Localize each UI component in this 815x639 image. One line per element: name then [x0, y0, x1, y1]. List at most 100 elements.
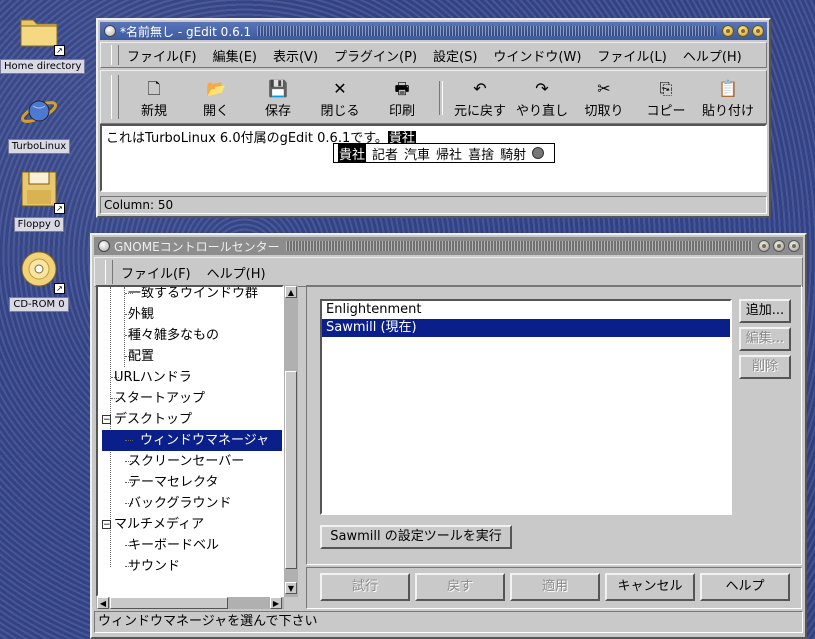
hscroll-thumb[interactable]: [110, 597, 228, 609]
tree-item-label: キーボードベル: [128, 538, 220, 553]
tree-item[interactable]: テーマセレクタ: [98, 472, 282, 493]
menu-file[interactable]: ファイル(F): [127, 46, 197, 65]
desktop-icon-cdrom[interactable]: ↗ CD-ROM 0: [0, 250, 78, 312]
ime-close-icon[interactable]: [532, 147, 545, 159]
gedit-titlebar[interactable]: *名前無し - gEdit 0.6.1: [100, 22, 767, 40]
maximize-icon[interactable]: [773, 240, 785, 252]
ime-candidate[interactable]: 貴社: [338, 143, 367, 163]
close-icon[interactable]: [752, 25, 764, 37]
add-button[interactable]: 追加...: [739, 299, 791, 323]
minimize-icon[interactable]: [722, 25, 734, 37]
tree-item[interactable]: サウンド: [98, 556, 282, 577]
scroll-down-icon[interactable]: ▼: [285, 582, 297, 594]
scroll-left-icon[interactable]: ◀: [97, 597, 109, 609]
tree-collapse-icon[interactable]: −: [102, 415, 111, 425]
undo-icon: ↶: [473, 79, 487, 98]
print-button[interactable]: 🖶 印刷: [371, 78, 433, 123]
cancel-button[interactable]: キャンセル: [605, 573, 695, 601]
tree-item[interactable]: ウィンドウマネージャ: [98, 430, 282, 451]
wm-list-item[interactable]: Sawmill (現在): [322, 319, 730, 337]
tree-item-label: バックグラウンド: [128, 496, 232, 511]
tree-item[interactable]: 種々雑多なもの: [98, 325, 282, 346]
folder-icon: ↗: [19, 12, 65, 56]
scroll-right-icon[interactable]: ▶: [270, 597, 282, 609]
menu-edit[interactable]: 編集(E): [213, 46, 257, 65]
menubar-handle[interactable]: [105, 260, 113, 284]
titlebar-grip: [257, 26, 716, 36]
tree-item[interactable]: 配置: [98, 346, 282, 367]
redo-button[interactable]: ↷ やり直し: [511, 78, 573, 123]
tree-item[interactable]: バックグラウンド: [98, 493, 282, 514]
scroll-up-icon[interactable]: ▲: [285, 286, 297, 298]
ime-candidate[interactable]: 汽車: [404, 144, 430, 163]
ime-candidate-window: 貴社 記者 汽車 帰社 喜捨 騎射: [333, 143, 555, 163]
tree-item[interactable]: スクリーンセーバー: [98, 451, 282, 472]
menu-plugins[interactable]: プラグイン(P): [334, 46, 417, 65]
tree-item-label: スタートアップ: [114, 391, 206, 406]
tree-item[interactable]: スタートアップ: [98, 388, 282, 409]
menubar-handle[interactable]: [111, 45, 119, 65]
tree-item[interactable]: キーボードベル: [98, 535, 282, 556]
paste-button[interactable]: 📋 貼り付け: [697, 78, 759, 123]
delete-button[interactable]: 削除: [739, 355, 791, 379]
ime-candidate[interactable]: 記者: [372, 144, 398, 163]
window-menu-icon[interactable]: [104, 25, 116, 37]
revert-button[interactable]: 戻す: [415, 573, 505, 601]
cdrom-disc-icon: ↗: [19, 250, 65, 294]
window-menu-icon[interactable]: [98, 240, 110, 252]
tree-item-label: ウィンドウマネージャ: [134, 430, 273, 451]
desktop-icon-floppy[interactable]: ↗ Floppy 0: [0, 170, 78, 232]
scissors-icon: ✂: [597, 79, 611, 98]
copy-icon: ⎘: [659, 79, 673, 98]
menu-files[interactable]: ファイル(L): [597, 46, 666, 65]
close-icon[interactable]: [788, 240, 800, 252]
tree-item-label: スクリーンセーバー: [128, 454, 245, 469]
menu-settings[interactable]: 設定(S): [433, 46, 477, 65]
try-button[interactable]: 試行: [320, 573, 410, 601]
tree-item[interactable]: 一致するウインドウ群: [98, 287, 282, 304]
wm-list: Enlightenment Sawmill (現在): [320, 299, 732, 515]
menu-file[interactable]: ファイル(F): [121, 263, 191, 282]
menu-help[interactable]: ヘルプ(H): [207, 263, 266, 282]
menu-view[interactable]: 表示(V): [273, 46, 318, 65]
minimize-icon[interactable]: [758, 240, 770, 252]
desktop-icon-label: TurboLinux: [7, 139, 71, 154]
save-disk-icon: 💾: [268, 79, 288, 98]
tree-branch-line: [125, 440, 133, 441]
desktop-icon-turbolinux[interactable]: TurboLinux: [0, 92, 78, 154]
tree-collapse-icon[interactable]: −: [102, 520, 111, 530]
apply-button[interactable]: 適用: [510, 573, 600, 601]
ime-candidate[interactable]: 帰社: [436, 144, 462, 163]
close-button[interactable]: ✕ 閉じる: [309, 78, 371, 123]
menu-help[interactable]: ヘルプ(H): [683, 46, 742, 65]
new-button[interactable]: 🗋 新規: [123, 78, 185, 123]
redo-icon: ↷: [535, 79, 549, 98]
ime-candidate[interactable]: 騎射: [500, 144, 526, 163]
cut-button[interactable]: ✂ 切取り: [573, 78, 635, 123]
toolbar-handle[interactable]: [111, 75, 119, 119]
tree-item[interactable]: − デスクトップ: [98, 409, 282, 430]
control-center-titlebar[interactable]: GNOMEコントロールセンター: [94, 237, 803, 255]
link-arrow-icon: ↗: [54, 203, 65, 214]
open-button[interactable]: 📂 開く: [185, 78, 247, 123]
ime-candidate[interactable]: 喜捨: [468, 144, 494, 163]
copy-button[interactable]: ⎘ コピー: [635, 78, 697, 123]
wm-list-item[interactable]: Enlightenment: [322, 301, 730, 319]
run-config-tool-button[interactable]: Sawmill の設定ツールを実行: [320, 525, 512, 549]
tree-hscrollbar[interactable]: ◀ ▶: [96, 597, 284, 609]
menu-window[interactable]: ウインドウ(W): [493, 46, 581, 65]
maximize-icon[interactable]: [737, 25, 749, 37]
tree-item-label: マルチメディア: [114, 517, 205, 532]
tree-item[interactable]: URLハンドラ: [98, 367, 282, 388]
edit-button[interactable]: 編集...: [739, 327, 791, 351]
tree-scrollbar[interactable]: ▲ ▼: [284, 285, 298, 597]
help-button[interactable]: ヘルプ: [700, 573, 790, 601]
desktop-icon-home[interactable]: ↗ Home directory: [0, 12, 86, 74]
desktop-icon-label: Home directory: [0, 59, 86, 74]
new-file-icon: 🗋: [147, 79, 161, 98]
undo-button[interactable]: ↶ 元に戻す: [449, 78, 511, 123]
tree-item[interactable]: − マルチメディア: [98, 514, 282, 535]
scroll-thumb[interactable]: [285, 371, 297, 569]
tree-item[interactable]: 外観: [98, 304, 282, 325]
save-button[interactable]: 💾 保存: [247, 78, 309, 123]
